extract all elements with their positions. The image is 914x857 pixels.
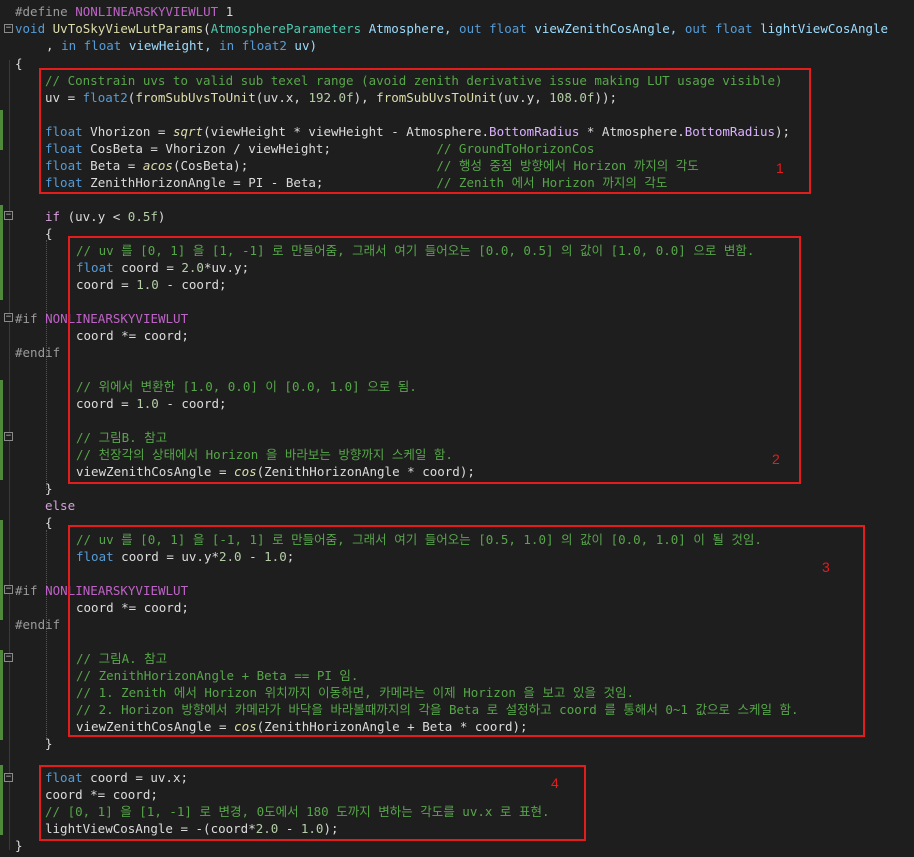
type-name: AtmosphereParameters [210, 21, 362, 36]
collapse-icon[interactable]: − [4, 313, 13, 322]
parameter: lightViewCosAngle [752, 21, 889, 36]
code-text: 1 [218, 4, 234, 19]
change-marker [0, 110, 3, 150]
keyword: float [83, 38, 122, 53]
number: 0.5f [127, 209, 158, 224]
annotation-label-2: 2 [772, 451, 780, 467]
annotation-box-3 [68, 525, 865, 737]
keyword: in [61, 38, 77, 53]
keyword: float [489, 21, 527, 36]
keyword: if [45, 209, 61, 224]
collapse-icon[interactable]: − [4, 653, 13, 662]
code-editor[interactable]: − − − − − − − #define NONLINEARSKYVIEWLU… [0, 0, 914, 857]
collapse-icon[interactable]: − [4, 24, 13, 33]
annotation-box-4 [39, 765, 586, 841]
code-text: (uv.y < [60, 209, 128, 224]
code-line[interactable]: } [45, 735, 914, 752]
function-name: UvToSkyViewLutParams [52, 21, 204, 36]
indent-guide [46, 530, 47, 740]
keyword: out [684, 21, 708, 36]
change-marker [0, 205, 3, 300]
change-marker [0, 650, 3, 740]
collapse-icon[interactable]: − [4, 773, 13, 782]
parameter: viewHeight, [121, 38, 220, 53]
code-line[interactable]: #define NONLINEARSKYVIEWLUT 1 [15, 3, 914, 20]
annotation-label-4: 4 [551, 775, 559, 791]
annotation-box-2 [68, 236, 801, 484]
code-text: ( [203, 21, 211, 36]
annotation-box-1 [39, 68, 811, 194]
keyword: out [459, 21, 482, 36]
parameter: Atmosphere, [361, 21, 460, 36]
preprocessor-directive: #if [15, 583, 46, 598]
change-marker [0, 765, 3, 835]
change-marker [0, 380, 3, 480]
parameter: viewZenithCosAngle, [526, 21, 685, 36]
collapse-icon[interactable]: − [4, 585, 13, 594]
collapse-icon[interactable]: − [4, 432, 13, 441]
parameter: uv) [286, 38, 317, 53]
change-marker [0, 520, 3, 620]
keyword: float2 [241, 38, 287, 53]
keyword: float [714, 21, 753, 36]
code-line[interactable]: void UvToSkyViewLutParams(AtmospherePara… [15, 20, 914, 37]
annotation-label-1: 1 [776, 160, 784, 176]
preprocessor-directive: #define [15, 4, 76, 19]
fold-guide [9, 60, 10, 850]
code-line[interactable]: , in float viewHeight, in float2 uv) [46, 37, 914, 54]
collapse-icon[interactable]: − [4, 211, 13, 220]
code-text: ) [157, 209, 166, 224]
macro-name: NONLINEARSKYVIEWLUT [75, 4, 219, 19]
code-text: , [46, 38, 62, 53]
keyword: void [15, 21, 53, 36]
indent-guide [46, 240, 47, 490]
code-line[interactable]: else [45, 497, 914, 514]
keyword: in [219, 38, 235, 53]
annotation-label-3: 3 [822, 559, 830, 575]
code-line[interactable]: if (uv.y < 0.5f) [45, 208, 914, 225]
preprocessor-directive: #if [15, 311, 46, 326]
